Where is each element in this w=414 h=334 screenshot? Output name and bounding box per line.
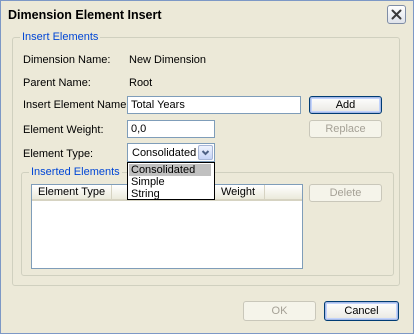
replace-button[interactable]: Replace xyxy=(309,120,382,138)
column-header-element-type[interactable]: Element Type xyxy=(32,185,112,201)
element-type-dropdown-list: Consolidated Simple String xyxy=(127,162,215,200)
element-type-label: Element Type: xyxy=(23,148,94,160)
window-title: Dimension Element Insert xyxy=(8,8,162,22)
close-icon xyxy=(391,9,402,20)
add-button[interactable]: Add xyxy=(309,96,382,114)
delete-button[interactable]: Delete xyxy=(309,184,382,202)
insert-element-name-label: Insert Element Name: xyxy=(23,99,130,111)
element-type-selected: Consolidated xyxy=(132,147,197,159)
dimension-name-label: Dimension Name: xyxy=(23,54,111,66)
cancel-button[interactable]: Cancel xyxy=(324,301,399,321)
element-type-select[interactable]: Consolidated xyxy=(127,143,215,162)
element-type-option[interactable]: Simple xyxy=(129,176,211,188)
column-header-filler xyxy=(265,185,302,201)
parent-name-value: Root xyxy=(129,77,153,89)
insert-element-name-field[interactable]: Total Years xyxy=(127,96,301,114)
element-weight-label: Element Weight: xyxy=(23,124,104,136)
element-type-option[interactable]: Consolidated xyxy=(129,164,211,176)
element-weight-field[interactable]: 0,0 xyxy=(127,120,215,138)
dimension-name-value: New Dimension xyxy=(129,54,207,66)
insert-elements-legend: Insert Elements xyxy=(20,31,101,44)
column-header-weight[interactable]: Weight xyxy=(215,185,265,201)
dialog-window: Dimension Element Insert Insert Elements… xyxy=(0,0,414,334)
dropdown-arrow-button[interactable] xyxy=(198,145,213,160)
element-type-option[interactable]: String xyxy=(129,188,211,200)
inserted-elements-legend: Inserted Elements xyxy=(29,166,122,179)
chevron-down-icon xyxy=(201,150,210,156)
close-button[interactable] xyxy=(387,5,406,24)
title-bar: Dimension Element Insert xyxy=(1,1,413,29)
parent-name-label: Parent Name: xyxy=(23,77,91,89)
ok-button[interactable]: OK xyxy=(243,301,316,321)
